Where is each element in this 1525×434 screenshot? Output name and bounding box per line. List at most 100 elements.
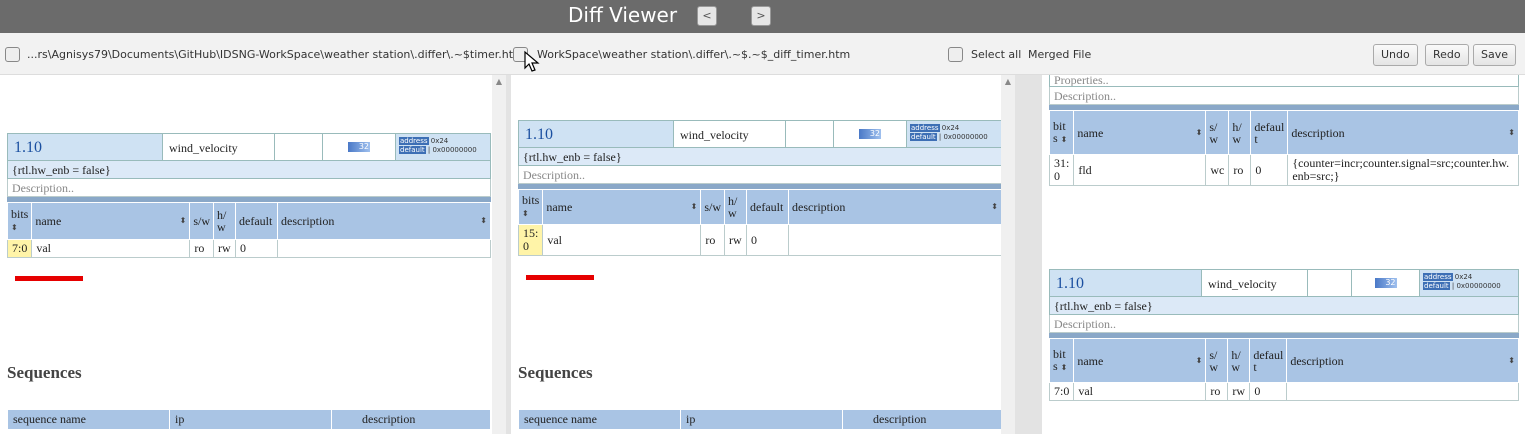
next-diff-button[interactable]: > — [751, 6, 771, 26]
col-sw[interactable]: s/w — [700, 189, 726, 225]
seq-col-description[interactable]: description — [331, 409, 491, 430]
field-description[interactable] — [277, 239, 491, 258]
register-description[interactable]: Description.. — [1049, 87, 1519, 105]
register-description[interactable]: Description.. — [518, 166, 1001, 184]
register-blank-cell — [786, 121, 834, 147]
save-button[interactable]: Save — [1473, 44, 1517, 66]
field-bits[interactable]: 31: 0 — [1048, 154, 1075, 186]
field-description[interactable] — [1286, 382, 1519, 401]
mouse-pointer-icon — [524, 50, 540, 72]
merged-file-panel[interactable]: Properties.. Description.. bit s ⬍ name … — [1042, 75, 1525, 434]
table-row[interactable]: 7:0 val ro rw 0 — [1048, 382, 1519, 401]
col-hw[interactable]: h/ w — [1228, 110, 1252, 155]
register-address-info: address 0x24 default | 0x00000000 — [907, 121, 1001, 147]
left-panel-scrollbar[interactable]: ▲ — [492, 75, 506, 434]
field-bits[interactable]: 7:0 — [6, 239, 33, 258]
register-properties[interactable]: {rtl.hw_enb = false} — [7, 161, 491, 179]
seq-col-name[interactable]: sequence name — [518, 409, 681, 430]
right-file-path: WorkSpace\weather station\.differ\.~$.~$… — [537, 48, 851, 61]
diff-marker — [15, 276, 83, 281]
seq-col-name[interactable]: sequence name — [7, 409, 170, 430]
register-offset[interactable]: 1.10 — [8, 134, 163, 160]
seq-col-ip[interactable]: ip — [169, 409, 332, 430]
field-sw[interactable]: ro — [700, 224, 726, 256]
col-name[interactable]: name ⬍ — [31, 202, 191, 240]
col-description[interactable]: description ⬍ — [1286, 338, 1519, 383]
col-sw[interactable]: s/ w — [1205, 110, 1230, 155]
field-hw[interactable]: rw — [724, 224, 748, 256]
field-hw[interactable]: ro — [1228, 154, 1252, 186]
register-properties[interactable]: {rtl.hw_enb = false} — [1049, 297, 1519, 315]
sequences-heading: Sequences — [7, 363, 82, 382]
register-properties[interactable]: {rtl.hw_enb = false} — [518, 148, 1001, 166]
field-description[interactable]: {counter=incr;counter.signal=src;counter… — [1287, 154, 1519, 186]
field-bits[interactable]: 7:0 — [1048, 382, 1075, 401]
right-panel-scrollbar[interactable]: ▲ — [1001, 75, 1015, 434]
table-row[interactable]: 7:0 val ro rw 0 — [6, 239, 491, 258]
register-description[interactable]: Description.. — [7, 179, 491, 197]
field-default[interactable]: 0 — [1249, 382, 1288, 401]
register-blank-cell — [275, 134, 323, 160]
col-default[interactable]: default — [746, 189, 790, 225]
col-default[interactable]: default — [235, 202, 279, 240]
register-description[interactable]: Description.. — [1049, 315, 1519, 333]
col-sw[interactable]: s/ w — [1205, 338, 1229, 383]
left-file-checkbox[interactable] — [5, 47, 20, 62]
field-hw[interactable]: rw — [1227, 382, 1251, 401]
undo-button[interactable]: Undo — [1373, 44, 1418, 66]
scroll-up-icon[interactable]: ▲ — [1003, 77, 1013, 87]
field-name[interactable]: fld — [1073, 154, 1207, 186]
col-description[interactable]: description ⬍ — [788, 189, 1001, 225]
table-row[interactable]: 31: 0 fld wc ro 0 {counter=incr;counter.… — [1048, 154, 1519, 186]
col-default[interactable]: defaul t — [1250, 110, 1289, 155]
register-offset[interactable]: 1.10 — [1050, 270, 1202, 296]
register-properties[interactable]: Properties.. — [1049, 75, 1519, 87]
field-default[interactable]: 0 — [235, 239, 279, 258]
register-header: 1.10 wind_velocity 32 address 0x24 defau… — [7, 133, 491, 161]
col-bits[interactable]: bit s ⬍ — [1048, 110, 1075, 155]
col-sw[interactable]: s/w — [189, 202, 215, 240]
field-name[interactable]: val — [31, 239, 191, 258]
field-default[interactable]: 0 — [746, 224, 790, 256]
col-hw[interactable]: h/ w — [724, 189, 748, 225]
register-offset[interactable]: 1.10 — [519, 121, 674, 147]
sequences-table: sequence name ip description — [518, 409, 1001, 430]
col-bits[interactable]: bits ⬍ — [517, 189, 544, 225]
scroll-up-icon[interactable]: ▲ — [494, 77, 504, 87]
register-block: 1.10 wind_velocity 32 address 0x24 defau… — [6, 133, 491, 258]
field-sw[interactable]: ro — [189, 239, 215, 258]
col-description[interactable]: description ⬍ — [1287, 110, 1519, 155]
register-name[interactable]: wind_velocity — [1202, 270, 1308, 296]
register-name[interactable]: wind_velocity — [674, 121, 786, 147]
previous-diff-button[interactable]: < — [697, 6, 717, 26]
field-hw[interactable]: rw — [213, 239, 237, 258]
register-width-icon: 32 — [834, 121, 907, 147]
col-name[interactable]: name ⬍ — [1073, 110, 1207, 155]
col-hw[interactable]: h/ w — [213, 202, 237, 240]
right-diff-panel[interactable]: 1.10 wind_velocity 32 address 0x24 defau… — [511, 75, 1001, 434]
col-bits[interactable]: bits ⬍ — [6, 202, 33, 240]
col-name[interactable]: name ⬍ — [542, 189, 702, 225]
col-hw[interactable]: h/ w — [1227, 338, 1251, 383]
table-row[interactable]: 15: 0 val ro rw 0 — [517, 224, 1001, 256]
field-sw[interactable]: ro — [1205, 382, 1229, 401]
register-name[interactable]: wind_velocity — [163, 134, 275, 160]
col-bits[interactable]: bit s ⬍ — [1048, 338, 1075, 383]
col-name[interactable]: name ⬍ — [1073, 338, 1207, 383]
field-name[interactable]: val — [542, 224, 702, 256]
seq-col-ip[interactable]: ip — [680, 409, 843, 430]
col-description[interactable]: description ⬍ — [277, 202, 491, 240]
field-default[interactable]: 0 — [1250, 154, 1289, 186]
field-bits[interactable]: 15: 0 — [517, 224, 544, 256]
register-block: 1.10 wind_velocity 32 address 0x24 defau… — [517, 120, 1001, 256]
col-default[interactable]: defaul t — [1249, 338, 1288, 383]
select-all-checkbox[interactable] — [948, 47, 963, 62]
select-all-label[interactable]: Select all — [971, 48, 1021, 61]
redo-button[interactable]: Redo — [1425, 44, 1469, 66]
field-description[interactable] — [788, 224, 1001, 256]
register-width-icon: 32 — [1352, 270, 1420, 296]
seq-col-description[interactable]: description — [842, 409, 1001, 430]
field-sw[interactable]: wc — [1205, 154, 1230, 186]
field-name[interactable]: val — [1073, 382, 1207, 401]
left-diff-panel[interactable]: 1.10 wind_velocity 32 address 0x24 defau… — [0, 75, 492, 434]
